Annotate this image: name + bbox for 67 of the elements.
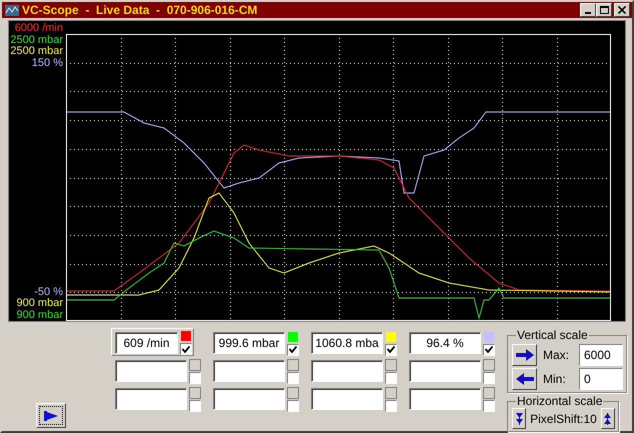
color-swatch[interactable] bbox=[483, 386, 495, 398]
value-field[interactable] bbox=[115, 388, 187, 410]
color-swatch[interactable] bbox=[287, 358, 299, 370]
play-icon bbox=[43, 410, 59, 422]
value-field[interactable] bbox=[115, 360, 187, 382]
color-swatch[interactable] bbox=[385, 358, 397, 370]
min-label: Min: bbox=[543, 372, 567, 386]
maximize-button[interactable] bbox=[596, 3, 612, 17]
max-label: Max: bbox=[543, 348, 570, 362]
decrease-button[interactable] bbox=[512, 368, 537, 390]
checkbox[interactable] bbox=[483, 372, 495, 384]
value-field[interactable] bbox=[311, 360, 383, 382]
axis-label: 900 mbar bbox=[16, 310, 63, 321]
axis-label: 6000 /min bbox=[14, 23, 63, 34]
value-field[interactable] bbox=[409, 388, 481, 410]
checkbox[interactable] bbox=[287, 344, 299, 356]
checkbox[interactable] bbox=[180, 343, 192, 355]
axis-label: 2500 mbar bbox=[10, 34, 63, 46]
window-title: VC-Scope - Live Data - 070-906-016-CM bbox=[22, 3, 258, 17]
color-swatch[interactable] bbox=[189, 386, 201, 398]
play-button[interactable] bbox=[36, 403, 66, 428]
down-button[interactable] bbox=[512, 408, 526, 429]
min-field[interactable]: 0 bbox=[579, 368, 623, 390]
axis-label: -50 % bbox=[34, 286, 63, 298]
checkbox[interactable] bbox=[287, 400, 299, 412]
color-swatch[interactable] bbox=[287, 386, 299, 398]
right-arrow-icon bbox=[516, 349, 534, 361]
checkbox[interactable] bbox=[385, 400, 397, 412]
value-field[interactable] bbox=[311, 388, 383, 410]
axis-label: 2500 mbar bbox=[10, 46, 63, 58]
checkbox[interactable] bbox=[385, 344, 397, 356]
value-field[interactable] bbox=[409, 360, 481, 382]
group-legend: Vertical scale bbox=[516, 328, 589, 342]
checkmark-icon bbox=[485, 346, 493, 353]
checkbox[interactable] bbox=[189, 400, 201, 412]
checkbox[interactable] bbox=[189, 372, 201, 384]
maximize-icon bbox=[600, 6, 608, 14]
checkbox[interactable] bbox=[287, 372, 299, 384]
value-field[interactable] bbox=[213, 360, 285, 382]
max-field[interactable]: 6000 bbox=[579, 344, 623, 366]
double-up-arrow-icon bbox=[604, 412, 612, 424]
up-button[interactable] bbox=[600, 408, 615, 429]
close-button[interactable] bbox=[614, 3, 630, 17]
pixel-shift-label: PixelShift:10 bbox=[530, 412, 597, 426]
axis-label: 900 mbar bbox=[16, 298, 63, 310]
value-field[interactable]: 999.6 mbar bbox=[213, 332, 285, 354]
minimize-button[interactable] bbox=[580, 3, 596, 17]
checkbox[interactable] bbox=[483, 400, 495, 412]
left-arrow-icon bbox=[516, 373, 534, 385]
group-legend: Horizontal scale bbox=[516, 394, 604, 408]
checkbox[interactable] bbox=[483, 344, 495, 356]
close-icon bbox=[618, 6, 626, 14]
value-field[interactable] bbox=[213, 388, 285, 410]
scope-app-icon bbox=[4, 2, 20, 18]
value-field[interactable]: 609 /min bbox=[115, 332, 178, 354]
checkbox[interactable] bbox=[385, 372, 397, 384]
checkmark-icon bbox=[289, 346, 297, 353]
color-swatch[interactable] bbox=[483, 358, 495, 370]
axis-label: 150 % bbox=[32, 58, 63, 69]
double-down-arrow-icon bbox=[516, 412, 522, 424]
checkmark-icon bbox=[387, 346, 395, 353]
value-field[interactable]: 96.4 % bbox=[409, 332, 481, 354]
checkmark-icon bbox=[182, 346, 190, 352]
color-swatch[interactable] bbox=[189, 358, 201, 370]
color-swatch[interactable] bbox=[385, 386, 397, 398]
increase-button[interactable] bbox=[512, 344, 537, 366]
value-field[interactable]: 1060.8 mba bbox=[311, 332, 383, 354]
